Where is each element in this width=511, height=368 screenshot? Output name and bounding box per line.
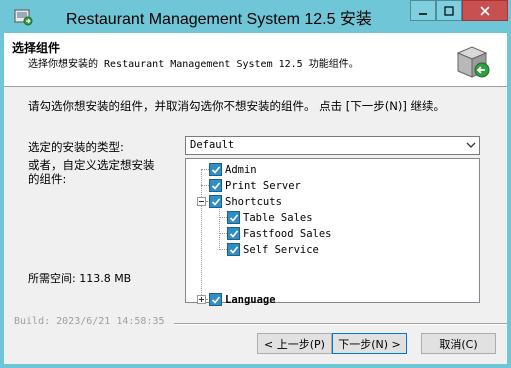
component-label: Self Service — [243, 243, 319, 256]
chevron-down-icon — [466, 142, 476, 148]
custom-select-label-line2: 的组件: — [28, 172, 67, 186]
checkbox-checked-icon[interactable] — [209, 163, 222, 176]
component-label: Admin — [225, 163, 257, 176]
components-tree[interactable]: Admin Print Server Shortcuts Table Sales… — [185, 158, 480, 306]
collapse-expander-icon[interactable] — [197, 197, 206, 206]
component-label: Print Server — [225, 179, 301, 192]
checkbox-checked-icon[interactable] — [209, 195, 222, 208]
component-label: Table Sales — [243, 211, 313, 224]
installer-box-icon — [456, 46, 490, 78]
close-icon — [480, 5, 490, 16]
component-label: Language — [225, 293, 276, 306]
installer-window: Restaurant Management System 12.5 安装 选择组… — [0, 0, 511, 368]
next-button[interactable]: 下一步(N) > — [332, 333, 407, 354]
window-title: Restaurant Management System 12.5 安装 — [66, 11, 372, 28]
checkbox-checked-icon[interactable] — [227, 227, 240, 240]
maximize-icon — [444, 5, 454, 16]
tree-connector — [219, 206, 220, 248]
expand-expander-icon[interactable] — [197, 295, 206, 304]
component-print-server[interactable]: Print Server — [209, 178, 301, 193]
component-fastfood-sales[interactable]: Fastfood Sales — [227, 226, 332, 241]
minimize-icon — [419, 12, 427, 15]
checkbox-checked-icon[interactable] — [227, 243, 240, 256]
footer-divider — [174, 323, 507, 325]
tree-connector — [219, 249, 227, 250]
tree-connector — [219, 233, 227, 234]
checkbox-checked-icon[interactable] — [227, 211, 240, 224]
cancel-button[interactable]: 取消(C) — [421, 333, 496, 354]
tree-connector — [219, 217, 227, 218]
space-required-text: 所需空间: 113.8 MB — [28, 272, 132, 285]
install-type-dropdown[interactable]: Default — [185, 136, 480, 155]
header-panel: 选择组件 选择你想安装的 Restaurant Management Syste… — [4, 33, 507, 87]
component-language[interactable]: Language — [209, 292, 276, 307]
install-type-label: 选定的安装的类型: — [28, 140, 124, 154]
title-bar[interactable]: Restaurant Management System 12.5 安装 — [4, 0, 508, 33]
dialog-body: 选择组件 选择你想安装的 Restaurant Management Syste… — [4, 33, 507, 364]
tree-connector — [201, 169, 202, 299]
instruction-text: 请勾选你想安装的组件，并取消勾选你不想安装的组件。 点击 [下一步(N)] 继续… — [28, 99, 446, 113]
page-title: 选择组件 — [12, 41, 61, 55]
component-table-sales[interactable]: Table Sales — [227, 210, 313, 225]
component-label: Fastfood Sales — [243, 227, 332, 240]
tree-connector — [201, 185, 209, 186]
component-shortcuts[interactable]: Shortcuts — [209, 194, 282, 209]
component-self-service[interactable]: Self Service — [227, 242, 319, 257]
checkbox-checked-icon[interactable] — [209, 293, 222, 306]
minimize-button[interactable] — [410, 0, 436, 21]
installer-app-icon — [14, 9, 33, 26]
component-admin[interactable]: Admin — [209, 162, 257, 177]
back-button[interactable]: < 上一步(P) — [257, 333, 332, 354]
page-subtitle: 选择你想安装的 Restaurant Management System 12.… — [28, 59, 359, 70]
checkbox-checked-icon[interactable] — [209, 179, 222, 192]
close-button[interactable] — [462, 0, 508, 21]
component-label: Shortcuts — [225, 195, 282, 208]
maximize-button[interactable] — [436, 0, 462, 21]
install-type-value: Default — [190, 139, 235, 151]
build-info: Build: 2023/6/21 14:58:35 — [14, 316, 165, 327]
tree-connector — [201, 169, 209, 170]
